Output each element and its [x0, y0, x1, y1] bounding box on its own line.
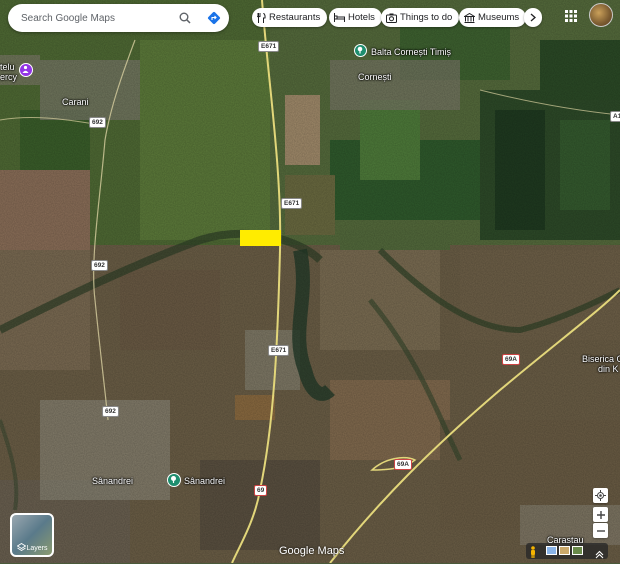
plus-icon [596, 510, 605, 519]
poi-marker-park[interactable] [354, 44, 367, 57]
avatar[interactable] [589, 3, 613, 27]
camera-icon [386, 13, 397, 23]
chip-label: Restaurants [269, 12, 321, 23]
map-thumbnail[interactable] [546, 546, 557, 555]
zoom-out-button[interactable] [593, 523, 608, 538]
chip-things-to-do[interactable]: Things to do [381, 8, 460, 27]
my-location-icon [595, 490, 606, 501]
poi-label-sanandrei[interactable]: Sânandrei [184, 476, 225, 486]
place-label-biserica[interactable]: Biserica O [582, 354, 620, 364]
road-shield-69a: 69A [394, 459, 412, 470]
road-shield-a1: A1 [610, 111, 620, 122]
chips-next-button[interactable] [524, 8, 542, 27]
directions-icon[interactable] [205, 9, 223, 27]
road-shield-692: 692 [102, 406, 119, 417]
fork-knife-icon [257, 12, 266, 23]
chip-label: Museums [478, 12, 520, 23]
search-box[interactable] [8, 4, 229, 32]
pegman-icon[interactable] [529, 545, 537, 558]
road-shield-e671: E671 [268, 345, 290, 356]
highlight-marker [240, 230, 281, 246]
expand-up-icon[interactable] [595, 546, 604, 559]
chip-label: Things to do [400, 12, 453, 23]
place-label-partial: telu [0, 62, 15, 72]
chip-museums[interactable]: Museums [459, 8, 527, 27]
zoom-in-button[interactable] [593, 507, 608, 522]
chevron-right-icon [530, 13, 536, 22]
road-shield-e671: E671 [258, 41, 280, 52]
google-maps-attribution: Google Maps [279, 545, 345, 557]
place-label-carani[interactable]: Carani [62, 97, 89, 107]
poi-marker-purple[interactable] [19, 63, 33, 77]
search-icon[interactable] [176, 9, 194, 27]
tree-icon [171, 476, 176, 483]
road-shield-692: 692 [89, 117, 106, 128]
place-label-balta[interactable]: Balta Cornești Timiș [371, 47, 451, 57]
chip-restaurants[interactable]: Restaurants [252, 8, 328, 27]
place-label-partial: ercy [0, 72, 18, 82]
bed-icon [334, 13, 345, 22]
road-shield-69a: 69A [502, 354, 520, 365]
place-label-sanandrei[interactable]: Sânandrei [92, 476, 133, 486]
place-label-biserica[interactable]: din K [598, 364, 619, 374]
layers-label: Layers [26, 545, 48, 552]
museum-icon [464, 12, 475, 23]
chip-hotels[interactable]: Hotels [329, 8, 382, 27]
tree-icon [357, 46, 363, 54]
person-icon [22, 65, 29, 73]
place-label-cornesti[interactable]: Cornești [358, 72, 392, 82]
apps-grid-icon[interactable] [564, 9, 578, 23]
road-shield-692: 692 [91, 260, 108, 271]
satellite-thumbnail[interactable] [572, 546, 583, 555]
terrain-thumbnail[interactable] [559, 546, 570, 555]
search-input[interactable] [21, 12, 171, 24]
road-shield-e671: E671 [281, 198, 303, 209]
chip-label: Hotels [348, 12, 375, 23]
road-shield-69: 69 [254, 485, 268, 496]
my-location-button[interactable] [593, 488, 608, 503]
poi-marker-sanandrei[interactable] [167, 473, 181, 487]
minus-icon [596, 529, 605, 532]
layers-button[interactable]: Layers [10, 513, 54, 557]
